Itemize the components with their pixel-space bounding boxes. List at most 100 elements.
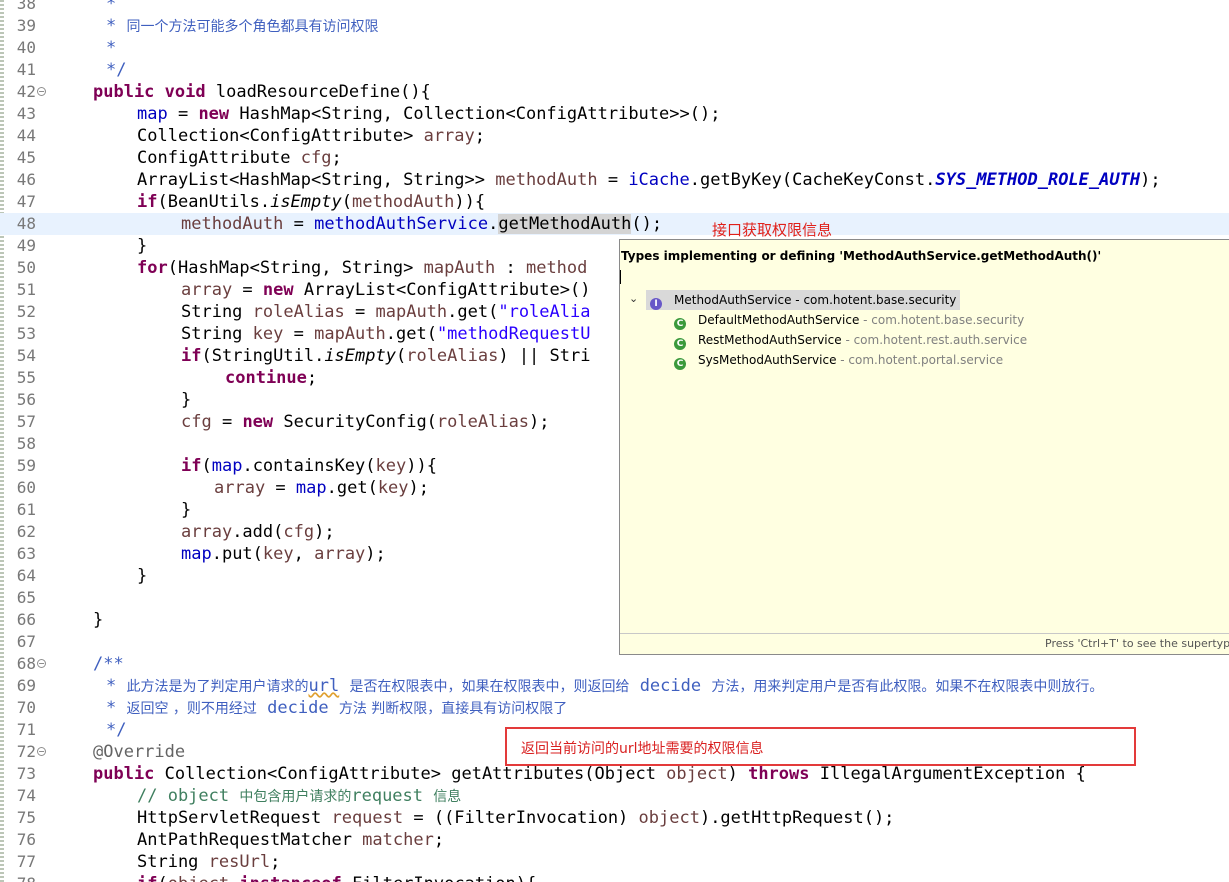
line-number: 43 <box>16 104 36 123</box>
line-number: 59 <box>16 456 36 475</box>
popup-title: Types implementing or defining 'MethodAu… <box>621 249 1102 263</box>
line-number: 61 <box>16 500 36 519</box>
line-number: 49 <box>16 236 36 255</box>
code-text: } <box>181 500 192 520</box>
tree-item-root[interactable]: I MethodAuthService - com.hotent.base.sec… <box>646 290 961 310</box>
line-number: 73 <box>16 764 36 783</box>
code-text: /** <box>93 654 124 674</box>
code-text: @Override <box>93 742 186 762</box>
line-number: 70 <box>16 698 36 717</box>
line-number: 50 <box>16 258 36 277</box>
line-number: 63 <box>16 544 36 563</box>
line-number: 45 <box>16 148 36 167</box>
type-name: SysMethodAuthService <box>698 353 837 367</box>
tree-item[interactable]: C SysMethodAuthService - com.hotent.porta… <box>674 350 1003 370</box>
code-text: map.put(key, array); <box>181 544 386 564</box>
line-number: 65 <box>16 588 36 607</box>
tree-item[interactable]: C RestMethodAuthService - com.hotent.rest… <box>674 330 1027 350</box>
interface-icon: I <box>650 298 662 310</box>
code-line[interactable]: 43 map = new HashMap<String, Collection<… <box>0 103 1229 125</box>
code-text: array = map.get(key); <box>214 478 430 498</box>
code-line[interactable]: 75 HttpServletRequest request = ((Filter… <box>0 807 1229 829</box>
code-text: if(StringUtil.isEmpty(roleAlias) || Stri <box>181 346 591 366</box>
code-line[interactable]: 77 String resUrl; <box>0 851 1229 873</box>
chevron-down-icon[interactable]: ⌄ <box>629 292 638 305</box>
code-text: * <box>106 0 117 14</box>
code-text: array = new ArrayList<ConfigAttribute>() <box>181 280 591 300</box>
line-number: 71 <box>16 720 36 739</box>
line-number: 58 <box>16 434 36 453</box>
type-hierarchy-popup[interactable]: Types implementing or defining 'MethodAu… <box>619 239 1229 655</box>
line-number: 55 <box>16 368 36 387</box>
line-number: 68 <box>16 654 36 673</box>
package-name: - com.hotent.portal.service <box>836 353 1004 367</box>
line-number: 75 <box>16 808 36 827</box>
code-text: HttpServletRequest request = ((FilterInv… <box>137 808 895 828</box>
code-line[interactable]: 78 if(object instanceof FilterInvocation… <box>0 873 1229 882</box>
code-text: if(BeanUtils.isEmpty(methodAuth)){ <box>137 192 486 212</box>
line-number: 72 <box>16 742 36 761</box>
line-number: 78 <box>6 873 36 882</box>
code-line[interactable]: 44 Collection<ConfigAttribute> array; <box>0 125 1229 147</box>
line-number: 64 <box>16 566 36 585</box>
code-text: Collection<ConfigAttribute> array; <box>137 126 486 146</box>
code-text: } <box>137 566 148 586</box>
code-line[interactable]: 47 if(BeanUtils.isEmpty(methodAuth)){ <box>0 191 1229 213</box>
type-name: MethodAuthService <box>674 293 792 307</box>
package-name: - com.hotent.rest.auth.service <box>841 333 1028 347</box>
line-number: 74 <box>16 786 36 805</box>
code-line[interactable]: 42 − public void loadResourceDefine(){ <box>0 81 1229 103</box>
code-text: * 此方法是为了判定用户请求的url 是否在权限表中，如果在权限表中，则返回给 … <box>106 676 1104 696</box>
code-line[interactable]: 68 − /** <box>0 653 1229 675</box>
package-name: - com.hotent.base.security <box>859 313 1025 327</box>
line-number: 76 <box>16 830 36 849</box>
annotation-box: 返回当前访问的url地址需要的权限信息 <box>505 727 1136 766</box>
line-number: 77 <box>16 852 36 871</box>
line-number: 42 <box>16 82 36 101</box>
code-text: continue; <box>225 368 318 388</box>
class-icon: C <box>674 358 686 370</box>
code-text: ConfigAttribute cfg; <box>137 148 342 168</box>
line-number: 66 <box>16 610 36 629</box>
fold-collapse-icon[interactable]: − <box>37 747 46 756</box>
code-editor[interactable]: 38 * 39 * 同一个方法可能多个角色都具有访问权限 40 * 41 */ … <box>0 0 1229 882</box>
code-text: } <box>137 236 148 256</box>
code-text: */ <box>106 60 127 80</box>
code-text: String resUrl; <box>137 852 281 872</box>
type-name: DefaultMethodAuthService <box>698 313 860 327</box>
code-line[interactable]: 39 * 同一个方法可能多个角色都具有访问权限 <box>0 15 1229 37</box>
line-number: 67 <box>16 632 36 651</box>
code-text: if(object instanceof FilterInvocation){ <box>137 873 536 882</box>
type-name: RestMethodAuthService <box>698 333 842 347</box>
code-text: */ <box>106 720 127 740</box>
annotation-note: 返回当前访问的url地址需要的权限信息 <box>521 741 764 757</box>
annotation-note: 接口获取权限信息 <box>712 221 833 239</box>
code-line[interactable]: 70 * 返回空 ，则不用经过 decide 方法 判断权限，直接具有访问权限了 <box>0 697 1229 719</box>
status-hint: Press 'Ctrl+T' to see the supertype h <box>1045 637 1229 650</box>
line-number: 54 <box>16 346 36 365</box>
code-line[interactable]: 74 // object 中包含用户请求的request 信息 <box>0 785 1229 807</box>
line-number: 62 <box>16 522 36 541</box>
code-line[interactable]: 40 * <box>0 37 1229 59</box>
code-text: * <box>106 38 117 58</box>
code-text: * 同一个方法可能多个角色都具有访问权限 <box>106 16 379 36</box>
code-line[interactable]: 69 * 此方法是为了判定用户请求的url 是否在权限表中，如果在权限表中，则返… <box>0 675 1229 697</box>
line-number: 38 <box>16 0 36 13</box>
code-line-current[interactable]: 48 methodAuth = methodAuthService.getMet… <box>0 213 1229 235</box>
fold-collapse-icon[interactable]: − <box>37 87 46 96</box>
line-number: 47 <box>16 192 36 211</box>
code-line[interactable]: 76 AntPathRequestMatcher matcher; <box>0 829 1229 851</box>
code-line[interactable]: 41 */ <box>0 59 1229 81</box>
tree-item[interactable]: C DefaultMethodAuthService - com.hotent.b… <box>674 310 1024 330</box>
package-name: - com.hotent.base.security <box>791 293 957 307</box>
code-line[interactable]: 73 public Collection<ConfigAttribute> ge… <box>0 763 1229 785</box>
code-text: // object 中包含用户请求的request 信息 <box>137 786 462 806</box>
code-line[interactable]: 46 ArrayList<HashMap<String, String>> me… <box>0 169 1229 191</box>
code-text: cfg = new SecurityConfig(roleAlias); <box>181 412 550 432</box>
filter-input-caret[interactable] <box>620 270 621 284</box>
fold-collapse-icon[interactable]: − <box>37 659 46 668</box>
code-text: map = new HashMap<String, Collection<Con… <box>137 104 721 124</box>
code-line[interactable]: 45 ConfigAttribute cfg; <box>0 147 1229 169</box>
line-number: 39 <box>16 16 36 35</box>
code-line[interactable]: 38 * <box>0 0 1229 15</box>
